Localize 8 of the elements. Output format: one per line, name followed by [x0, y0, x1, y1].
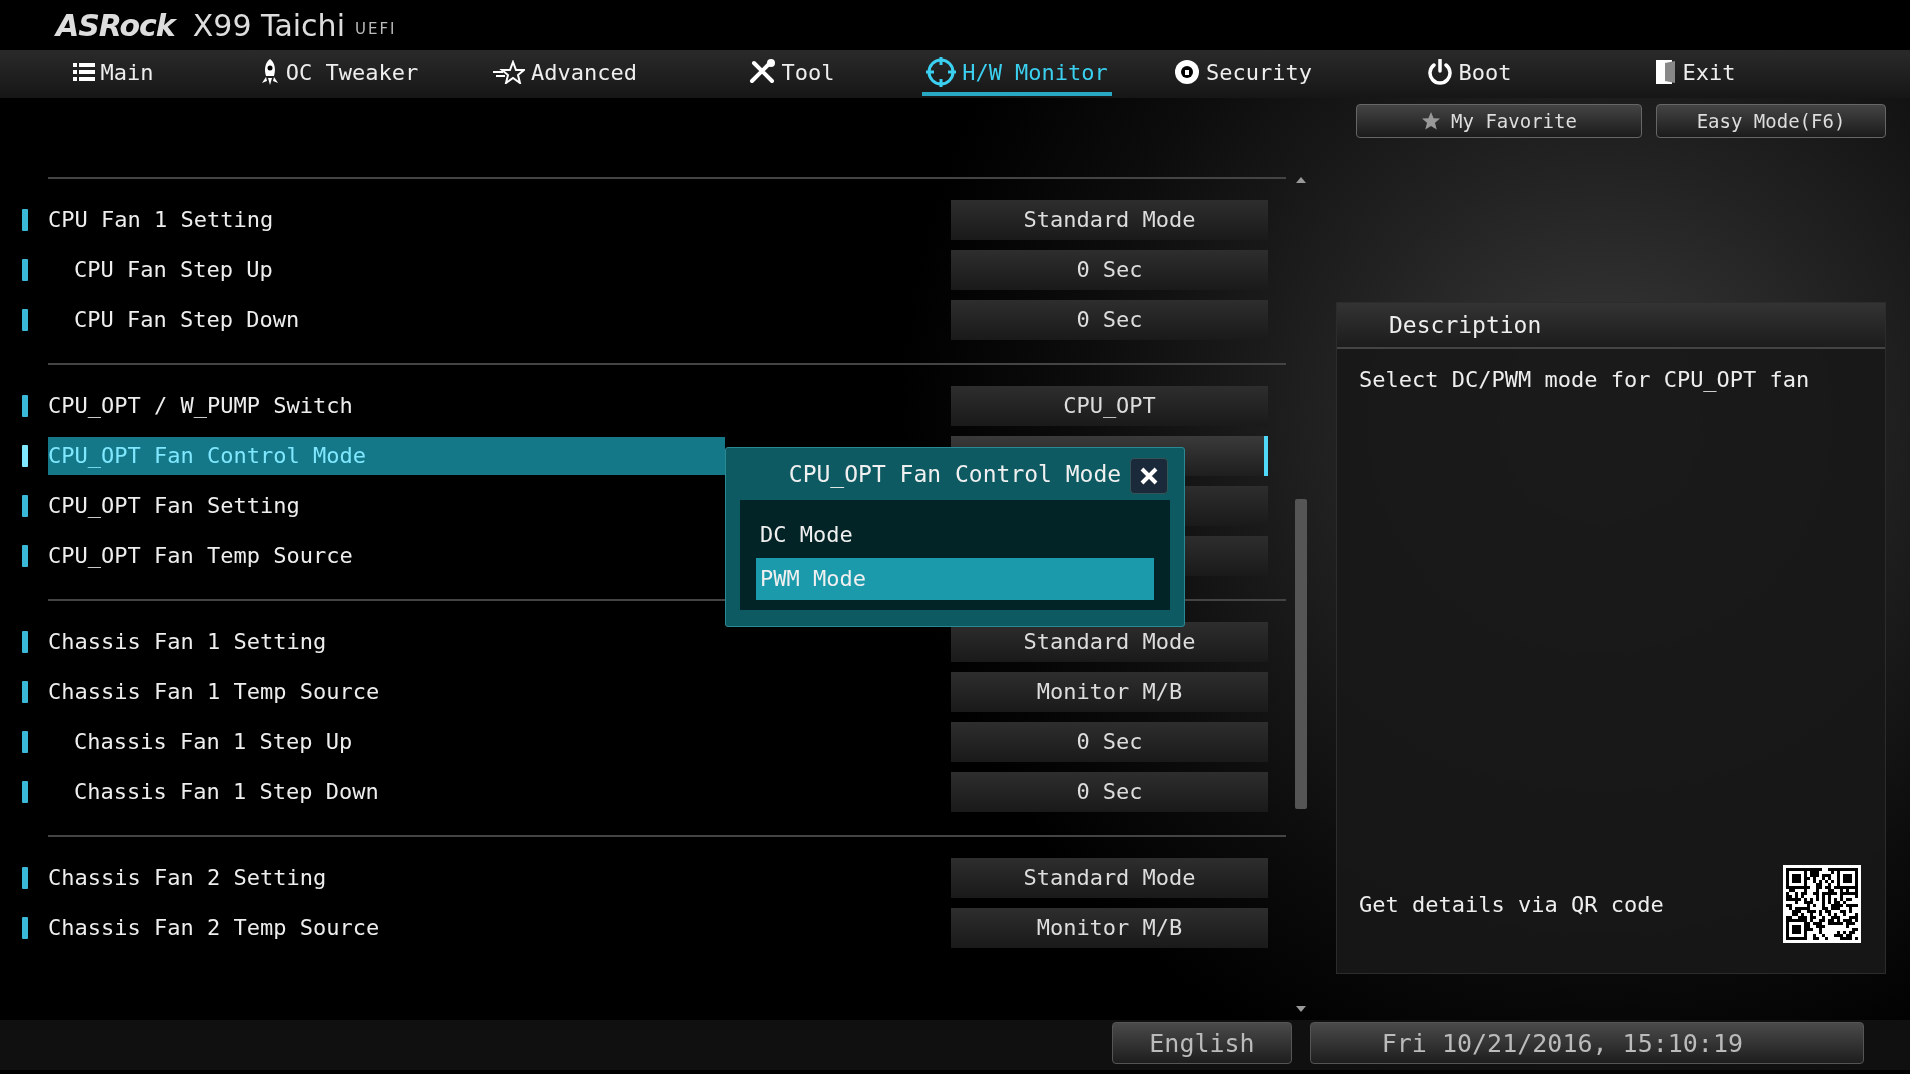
panel-title: Description	[1337, 303, 1885, 349]
description-text: Select DC/PWM mode for CPU_OPT fan	[1359, 367, 1811, 392]
dialog-title: CPU_OPT Fan Control Mode	[788, 461, 1122, 487]
brand-logo: ASRock	[56, 7, 175, 43]
qr-hint: Get details via QR code	[1359, 891, 1664, 917]
board-model: X99 Taichi	[192, 7, 345, 43]
datetime-display: Fri 10/21/2016, 15:10:19	[1310, 1022, 1864, 1064]
firmware-label: UEFI	[354, 20, 397, 38]
